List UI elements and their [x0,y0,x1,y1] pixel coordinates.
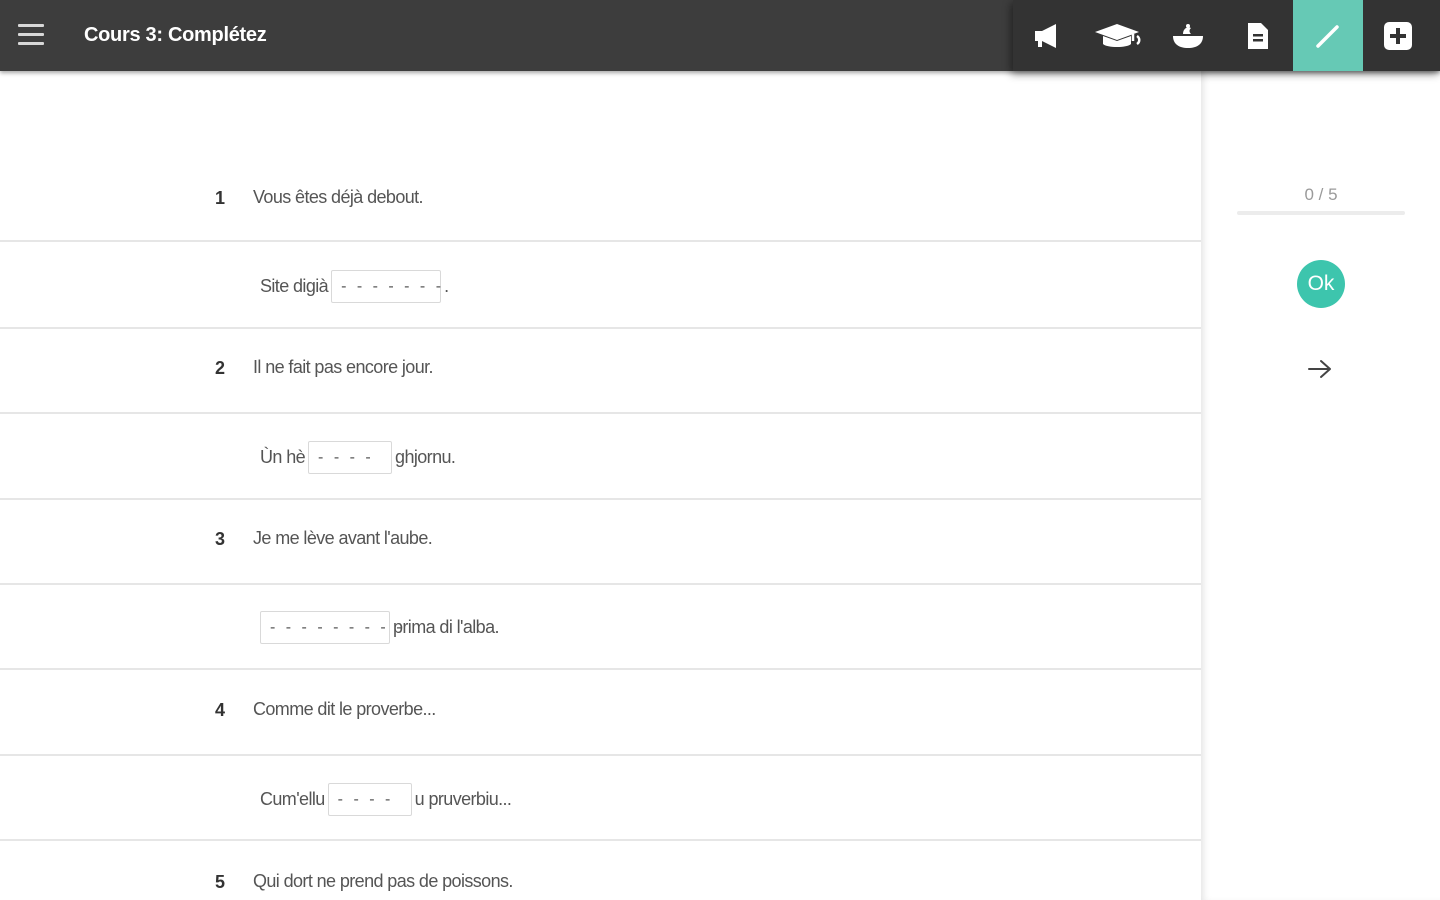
top-app-bar: Cours 3: Complétez [0,0,1440,71]
culture-tool-button[interactable] [1153,0,1223,71]
exercise-tool-button[interactable] [1293,0,1363,71]
question-row: 3 Je me lève avant l'aube. [0,500,1201,585]
pencil-icon [1316,24,1339,48]
answer-text-after: prima di l'alba. [393,617,499,637]
add-tool-button[interactable] [1363,0,1433,71]
question-number: 4 [215,700,226,720]
question-number: 1 [215,188,226,208]
score-progress-track [1237,211,1405,215]
question-number: 5 [215,872,226,892]
question-row: 4 Comme dit le proverbe... [0,670,1201,756]
question-row: 5 Qui dort ne prend pas de poissons. [0,841,1201,900]
hamburger-menu-icon[interactable] [18,24,44,48]
ok-button[interactable]: Ok [1297,260,1345,308]
arrow-right-icon [1308,360,1331,378]
answer-sentence: - - - - - - - - - prima di l'alba. [260,611,499,644]
dish-icon [1173,23,1203,48]
question-prompt: Vous êtes déjà debout. [253,187,424,207]
answer-blank-input[interactable]: - - - - [327,783,412,816]
answer-text-before: Site digià [260,276,329,296]
question-number: 2 [215,358,226,378]
question-prompt: Comme dit le proverbe... [253,699,436,719]
question-row: 2 Il ne fait pas encore jour. [0,329,1201,414]
page-title: Cours 3: Complétez [84,24,267,46]
answer-sentence: Site digià - - - - - - - . [260,270,449,303]
score-counter: 0 / 5 [1304,185,1338,204]
question-prompt: Il ne fait pas encore jour. [253,357,434,377]
answer-blank-input[interactable]: - - - - - - - [331,270,442,303]
answer-row: Ùn hè - - - - ghjornu. [0,414,1201,500]
answer-sentence: Ùn hè - - - - ghjornu. [260,441,456,474]
document-icon [1248,22,1268,49]
audio-tool-button[interactable] [1013,0,1083,71]
document-tool-button[interactable] [1223,0,1293,71]
answer-text-after: . [444,276,449,296]
answer-row: - - - - - - - - - prima di l'alba. [0,585,1201,670]
next-button[interactable] [1306,357,1334,381]
question-row: 1 Vous êtes déjà debout. [0,71,1201,242]
question-prompt: Qui dort ne prend pas de poissons. [253,871,513,891]
lesson-tool-button[interactable] [1083,0,1153,71]
lesson-toolbar [1013,0,1440,71]
answer-text-after: u pruverbiu... [414,789,512,809]
question-prompt: Je me lève avant l'aube. [253,528,433,548]
answer-row: Site digià - - - - - - - . [0,242,1201,329]
answer-blank-input[interactable]: - - - - - - - - - [260,611,402,644]
answer-text-before: Cum'ellu [260,789,325,809]
answer-sentence: Cum'ellu - - - - u pruverbiu... [260,783,512,816]
answer-text-after: ghjornu. [395,447,456,467]
question-number: 3 [215,529,226,549]
answer-text-before: Ùn hè [260,447,306,467]
graduation-cap-icon [1095,23,1141,47]
plus-box-icon [1384,21,1412,50]
answer-row: Cum'ellu - - - - u pruverbiu... [0,756,1201,841]
megaphone-icon [1035,23,1056,48]
answer-blank-input[interactable]: - - - - [308,441,393,474]
